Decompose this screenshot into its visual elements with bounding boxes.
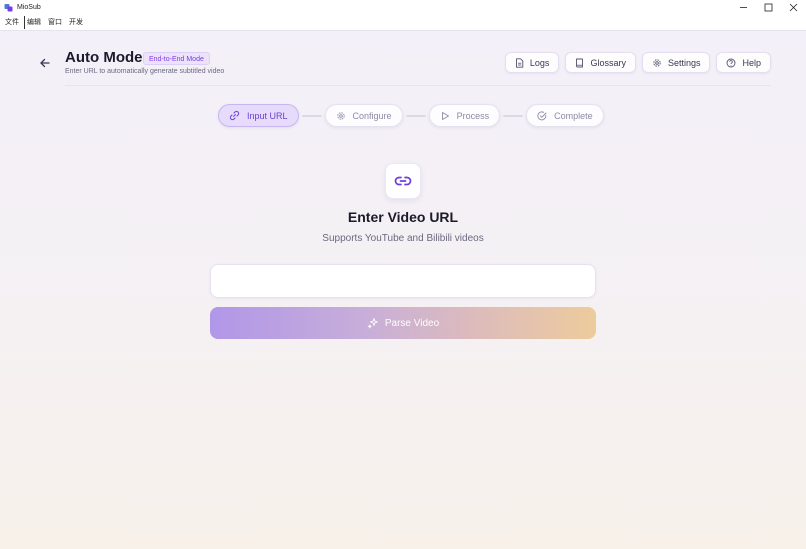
page-title: Auto Mode [65, 49, 143, 66]
link-icon [229, 110, 240, 121]
settings-label: Settings [667, 57, 701, 68]
step-label: Configure [352, 110, 392, 121]
logs-button[interactable]: Logs [504, 52, 560, 73]
step-input-url[interactable]: Input URL [218, 104, 299, 127]
link-icon [394, 176, 412, 186]
step-label: Process [456, 110, 490, 121]
menu-bar: 文件 编辑 窗口 开发 [0, 15, 806, 30]
glossary-button[interactable]: Glossary [565, 52, 636, 73]
maximize-button[interactable] [756, 0, 781, 15]
window-controls [731, 0, 806, 15]
main-content: Auto Mode End-to-End Mode Enter URL to a… [0, 30, 806, 549]
logs-label: Logs [529, 57, 550, 68]
menu-edit[interactable]: 编辑 [24, 16, 43, 29]
gear-icon [653, 58, 661, 67]
sparkles-icon [367, 318, 378, 329]
help-label: Help [742, 57, 761, 68]
parse-video-label: Parse Video [384, 317, 440, 329]
step-connector [301, 114, 322, 117]
section-subheading: Supports YouTube and Bilibili videos [322, 233, 484, 244]
step-process[interactable]: Process [428, 104, 501, 127]
help-circle-icon [727, 58, 736, 67]
back-button[interactable] [37, 55, 53, 71]
glossary-label: Glossary [590, 57, 626, 68]
section-heading: Enter Video URL [347, 209, 459, 225]
progress-stepper: Input URL Configure Process Complete [218, 104, 604, 127]
menu-window[interactable]: 窗口 [46, 16, 64, 29]
step-connector [405, 114, 426, 117]
arrow-left-icon [40, 58, 50, 68]
url-hero-icon [385, 163, 421, 199]
mode-badge: End-to-End Mode [143, 52, 210, 65]
step-label: Complete [554, 110, 593, 121]
book-icon [576, 58, 584, 67]
video-url-input[interactable] [210, 264, 596, 298]
help-button[interactable]: Help [716, 52, 771, 73]
parse-video-button[interactable]: Parse Video [210, 307, 596, 339]
menu-develop[interactable]: 开发 [67, 16, 85, 29]
minimize-icon [740, 7, 747, 8]
step-connector [503, 114, 524, 117]
file-text-icon [515, 57, 524, 68]
gear-icon [336, 111, 345, 120]
step-configure[interactable]: Configure [324, 104, 403, 127]
step-label: Input URL [247, 110, 288, 121]
menu-file[interactable]: 文件 [3, 16, 21, 29]
close-icon [789, 3, 798, 12]
settings-button[interactable]: Settings [641, 52, 711, 73]
check-circle-icon [537, 110, 547, 120]
app-logo-icon [4, 3, 13, 12]
maximize-icon [764, 3, 773, 12]
title-bar: MioSub [0, 0, 806, 15]
minimize-button[interactable] [731, 0, 756, 15]
header-actions: Logs Glossary Settings Help [504, 52, 771, 73]
step-complete[interactable]: Complete [526, 104, 604, 127]
close-button[interactable] [781, 0, 806, 15]
header-divider [65, 85, 771, 86]
play-icon [441, 111, 449, 120]
page-subtitle: Enter URL to automatically generate subt… [65, 68, 225, 75]
window-title: MioSub [17, 4, 41, 11]
